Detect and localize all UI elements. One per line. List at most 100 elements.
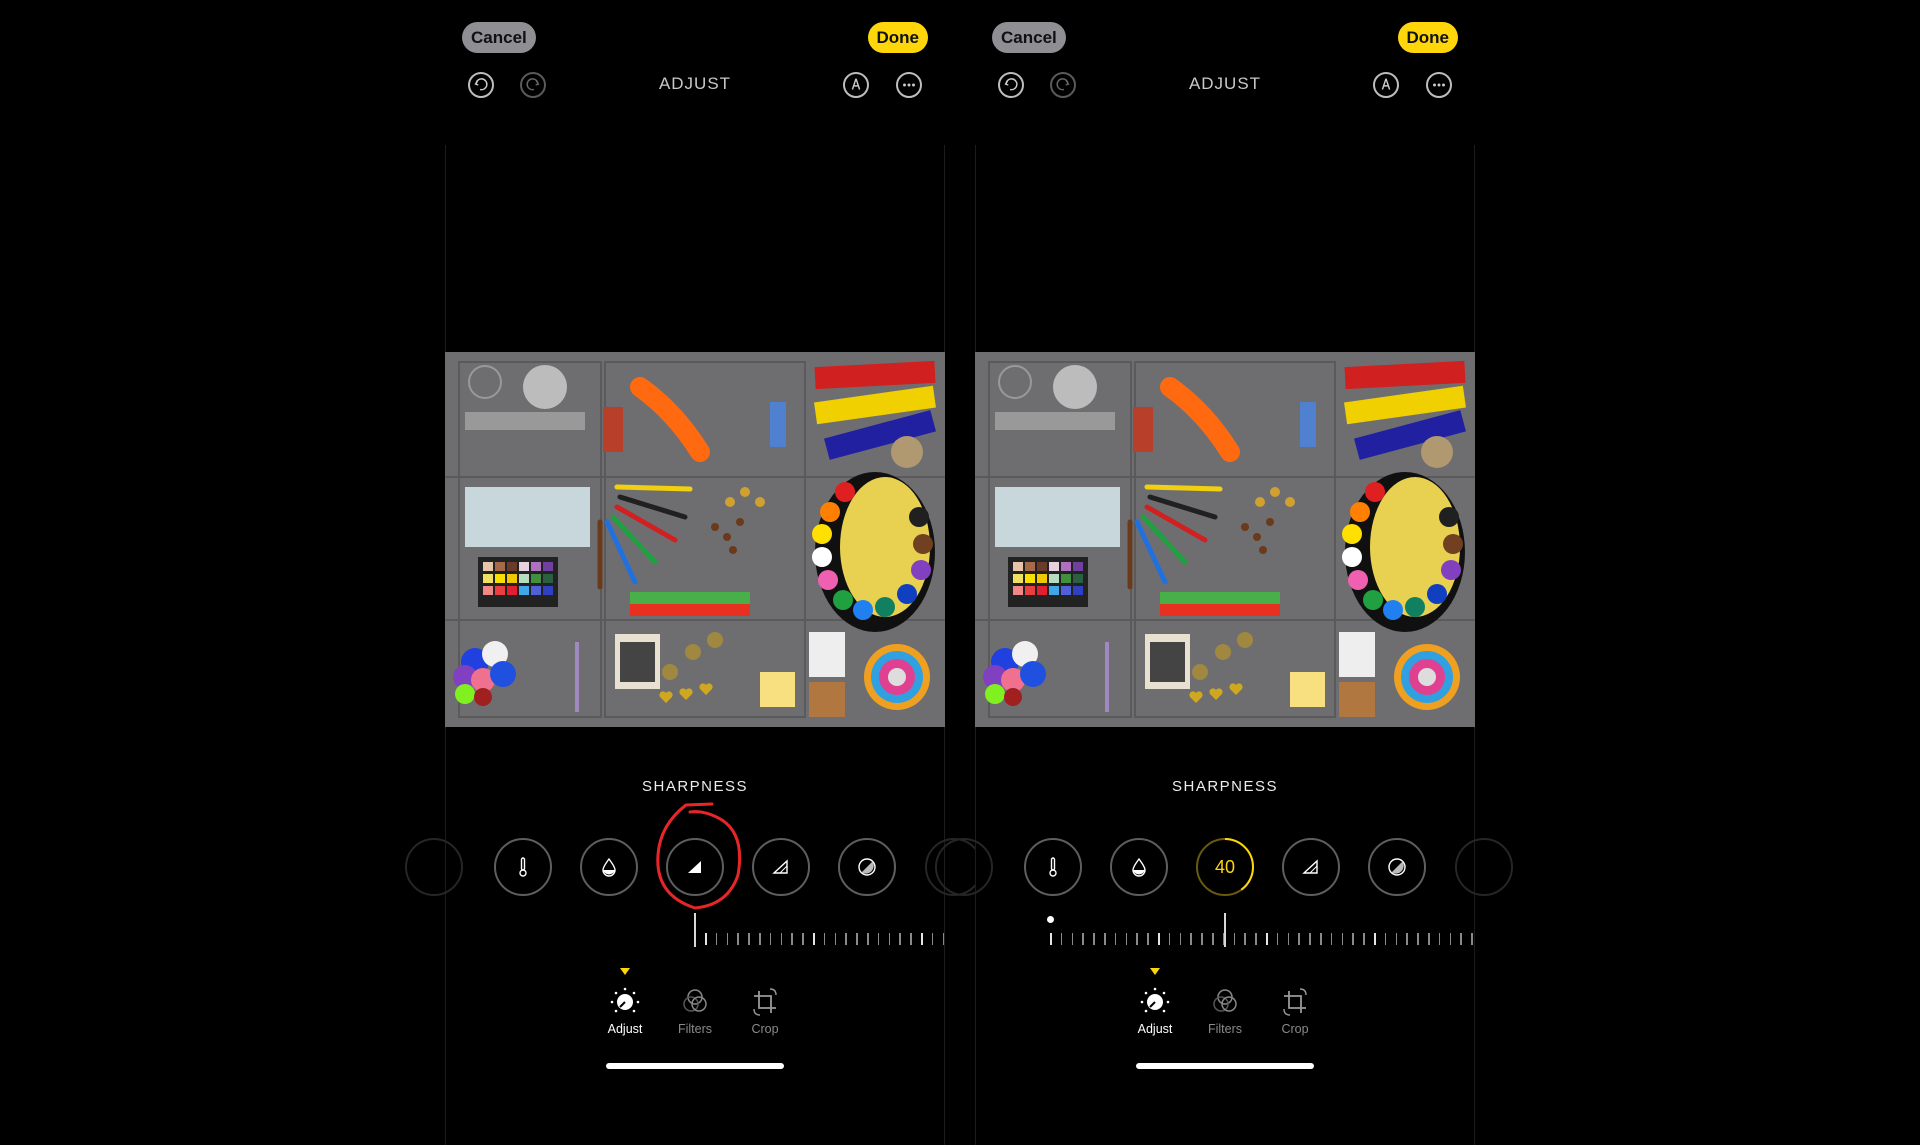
markup-pen-icon[interactable] <box>1373 72 1399 98</box>
droplet-icon <box>602 857 616 877</box>
slider-tick <box>1449 933 1452 945</box>
slider-tick <box>1309 933 1311 945</box>
slider-tick <box>1363 933 1365 945</box>
slider-tick <box>921 933 923 945</box>
adjustment-label: SHARPNESS <box>1171 778 1279 795</box>
active-tab-caret <box>1150 968 1160 975</box>
tool-next-partial[interactable] <box>1455 838 1513 896</box>
slider-tick <box>931 933 934 945</box>
tab-label: Crop <box>1281 1022 1309 1036</box>
noise-reduction-icon <box>1388 858 1406 876</box>
tool-previous-partial[interactable] <box>935 838 993 896</box>
slider-tick <box>834 933 837 945</box>
slider-tick <box>1179 933 1182 945</box>
tab-label: Crop <box>751 1022 779 1036</box>
sharpness-triangle-icon <box>688 861 701 873</box>
slider-track[interactable] <box>705 933 945 947</box>
tool-noise-reduction[interactable] <box>838 838 896 896</box>
slider-tick <box>1136 933 1138 945</box>
slider-tick <box>791 933 793 945</box>
adjust-dial-icon <box>610 987 640 1013</box>
tool-previous-partial[interactable] <box>405 838 463 896</box>
slider-tick <box>1460 933 1462 945</box>
slider-track[interactable] <box>1050 933 1475 947</box>
tool-noise-reduction[interactable] <box>1368 838 1426 896</box>
slider-tick <box>1212 933 1214 945</box>
tab-label: Adjust <box>607 1022 643 1036</box>
tool-definition[interactable] <box>1282 838 1340 896</box>
tab-adjust[interactable]: Adjust <box>1120 985 1190 1036</box>
adjustment-label: SHARPNESS <box>641 778 749 795</box>
tab-crop[interactable]: Crop <box>1260 985 1330 1036</box>
slider-tick <box>1395 933 1398 945</box>
tool-sharpness[interactable] <box>666 838 724 896</box>
slider-tick <box>780 933 783 945</box>
tab-adjust[interactable]: Adjust <box>590 985 660 1036</box>
active-tab-caret <box>620 968 630 975</box>
slider-tick <box>1168 933 1171 945</box>
slider-zero-dot <box>1047 916 1054 923</box>
slider-tick <box>942 933 945 945</box>
slider-tick <box>1428 933 1430 945</box>
done-button[interactable]: Done <box>867 22 928 53</box>
slider-tick <box>1104 933 1106 945</box>
thermometer-icon <box>1049 857 1057 877</box>
slider-tick <box>748 933 750 945</box>
slider-tick <box>1093 933 1095 945</box>
test-chart-image <box>445 352 945 727</box>
noise-reduction-icon <box>858 858 876 876</box>
slider-tick <box>802 933 804 945</box>
slider-tick <box>1060 933 1063 945</box>
slider-tick <box>1287 933 1290 945</box>
slider-tick <box>1147 933 1149 945</box>
more-ellipsis-icon[interactable] <box>896 72 922 98</box>
slider-tick <box>1114 933 1117 945</box>
slider-tick <box>715 933 718 945</box>
slider-tick <box>1190 933 1192 945</box>
tab-filters[interactable]: Filters <box>660 985 730 1036</box>
slider-tick <box>1201 933 1203 945</box>
page-title: ADJUST <box>1188 74 1262 93</box>
slider-tick <box>705 933 707 945</box>
slider-tick <box>867 933 869 945</box>
tab-filters[interactable]: Filters <box>1190 985 1260 1036</box>
home-indicator[interactable] <box>1136 1063 1314 1069</box>
slider-tick <box>845 933 847 945</box>
slider-tick <box>823 933 826 945</box>
tool-definition[interactable] <box>752 838 810 896</box>
slider-tick <box>1417 933 1419 945</box>
tab-label: Adjust <box>1137 1022 1173 1036</box>
cancel-button[interactable]: Cancel <box>462 22 536 53</box>
slider-tick <box>1320 933 1322 945</box>
slider-tick <box>1050 933 1052 945</box>
done-button[interactable]: Done <box>1397 22 1458 53</box>
markup-pen-icon[interactable] <box>843 72 869 98</box>
home-indicator[interactable] <box>606 1063 784 1069</box>
slider-tick <box>1082 933 1084 945</box>
slider-tick <box>1352 933 1354 945</box>
slider-tick <box>1341 933 1344 945</box>
slider-tick <box>769 933 772 945</box>
tool-tint[interactable] <box>1110 838 1168 896</box>
adjust-dial-icon <box>1140 987 1170 1013</box>
tool-warmth[interactable] <box>1024 838 1082 896</box>
slider-center-indicator <box>694 913 696 947</box>
crop-rotate-icon <box>1283 988 1307 1016</box>
slider-tick <box>1471 933 1473 945</box>
photo-preview <box>445 352 945 727</box>
more-ellipsis-icon[interactable] <box>1426 72 1452 98</box>
slider-tick <box>1406 933 1408 945</box>
slider-tick <box>737 933 739 945</box>
editor-panel-before: Cancel Done ADJUST SHARPNESS Adjust Filt… <box>405 0 983 1145</box>
filters-icon <box>683 989 707 1012</box>
tab-crop[interactable]: Crop <box>730 985 800 1036</box>
slider-tick <box>1266 933 1268 945</box>
tool-sharpness[interactable]: 40 <box>1196 838 1254 896</box>
cancel-button[interactable]: Cancel <box>992 22 1066 53</box>
droplet-icon <box>1132 857 1146 877</box>
slider-tick <box>1125 933 1128 945</box>
tool-tint[interactable] <box>580 838 638 896</box>
photo-preview <box>975 352 1475 727</box>
page-title: ADJUST <box>658 74 732 93</box>
tool-warmth[interactable] <box>494 838 552 896</box>
